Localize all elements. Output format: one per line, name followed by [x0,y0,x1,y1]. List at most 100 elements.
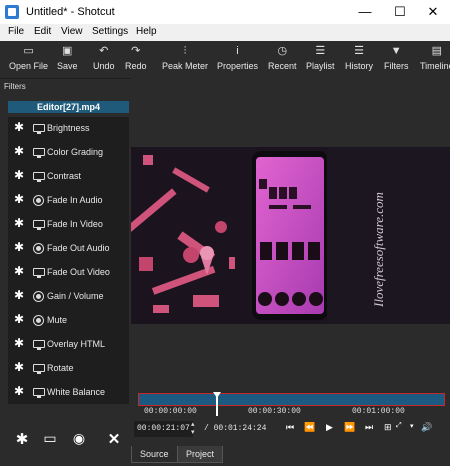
watermark-text: Ilovefreesoftware.com [371,192,386,307]
menu-bar: File Edit View Settings Help [0,24,450,41]
video-filter-icon [33,388,45,398]
filter-item-color-grading[interactable]: ✱ Color Grading [8,141,129,165]
favorite-icon[interactable]: ✱ [14,312,24,326]
timeline-icon: ▤ [431,45,443,57]
tick-label: 00:00:00:00 [144,407,197,416]
video-filter-icon [33,124,45,134]
filters-button[interactable]: ▼ Filters [384,44,409,71]
favorite-icon[interactable]: ✱ [14,288,24,302]
video-preview[interactable]: Ilovefreesoftware.com [131,78,450,390]
peak-meter-button[interactable]: ⫶ Peak Meter [162,44,208,71]
redo-button[interactable]: ↷ Redo [125,44,147,71]
timeline-ticks: 00:00:00:00 00:00:30:00 00:01:00:00 [138,405,443,417]
filter-list: ✱ Brightness ✱ Color Grading ✱ Contrast ✱ Fa… [8,117,129,404]
favorite-icon[interactable]: ✱ [14,240,24,254]
filters-panel-header: Filters [4,82,26,91]
close-window-button[interactable]: ✕ [416,0,450,24]
menu-settings[interactable]: Settings [92,26,128,37]
tab-project[interactable]: Project [177,446,224,463]
audio-filter-icon [33,315,44,326]
save-button[interactable]: ▣ Save [57,44,78,71]
info-icon: i [236,45,239,57]
zoom-fit-icon[interactable]: ⤢ [396,422,402,430]
undo-button[interactable]: ↶ Undo [93,44,115,71]
menu-edit[interactable]: Edit [34,26,51,37]
clock-icon: ◷ [277,45,288,57]
filter-item-mute[interactable]: ✱ Mute [8,309,129,333]
window-title: Untitled* - Shotcut [26,6,115,18]
filter-item-gain-volume[interactable]: ✱ Gain / Volume [8,285,129,309]
time-stepper-icon[interactable]: ▴ ▾ [191,421,195,437]
filter-item-fade-in-audio[interactable]: ✱ Fade In Audio [8,189,129,213]
menu-view[interactable]: View [61,26,83,37]
history-button[interactable]: ☰ History [345,44,373,71]
title-bar: Untitled* - Shotcut — ☐ ✕ [0,0,450,24]
rewind-button[interactable]: ⏪ [304,422,315,433]
undo-icon: ↶ [99,45,109,57]
timeline-ruler[interactable]: 00:00:00:00 00:00:30:00 00:01:00:00 [131,390,450,418]
playlist-icon: ☰ [315,45,326,57]
volume-icon[interactable]: 🔊 [421,422,432,433]
redo-icon: ↷ [131,45,141,57]
open-file-button[interactable]: ▭ Open File [9,44,48,71]
favorite-icon[interactable]: ✱ [14,192,24,206]
video-filter-icon [33,364,45,374]
filter-panel-buttons: ✱ ▭ ◉ ✕ [0,428,130,456]
favorite-icon[interactable]: ✱ [14,264,24,278]
video-filter-icon [33,268,45,278]
video-filter-icon [33,172,45,182]
minimize-button[interactable]: — [348,0,382,24]
filter-item-overlay-html[interactable]: ✱ Overlay HTML [8,333,129,357]
grid-icon[interactable]: ⊞ [384,422,392,433]
menu-help[interactable]: Help [136,26,157,37]
favorite-icon[interactable]: ✱ [14,384,24,398]
audio-filter-icon[interactable]: ◉ [69,430,89,450]
favorite-icon[interactable]: ✱ [14,336,24,350]
menu-file[interactable]: File [8,26,24,37]
preview-image [131,147,450,324]
tab-source[interactable]: Source [131,446,178,463]
filter-icon: ▼ [390,45,402,57]
close-icon[interactable]: ✕ [104,430,124,450]
fast-forward-button[interactable]: ⏩ [344,422,355,433]
current-time-field[interactable]: 00:00:21:07 [134,421,193,437]
shotcut-logo-icon [5,5,19,19]
tick-label: 00:01:00:00 [352,407,405,416]
transport-controls: 00:00:21:07 ▴ ▾ / 00:01:24:24 ⏮ ⏪ ▶ ⏩ ⏭ ⊞… [131,418,450,440]
chevron-down-icon[interactable]: ▾ [410,422,414,430]
preview-frame: Ilovefreesoftware.com [131,147,450,324]
save-icon: ▣ [62,45,73,57]
skip-to-end-button[interactable]: ⏭ [365,422,373,433]
favorite-asterisk-icon[interactable]: ✱ [12,430,32,450]
filter-item-fade-out-video[interactable]: ✱ Fade Out Video [8,261,129,285]
favorite-icon[interactable]: ✱ [14,168,24,182]
favorite-icon[interactable]: ✱ [14,216,24,230]
tick-label: 00:00:30:00 [248,407,301,416]
recent-button[interactable]: ◷ Recent [268,44,297,71]
favorite-icon[interactable]: ✱ [14,144,24,158]
properties-button[interactable]: i Properties [217,44,258,71]
filter-item-brightness[interactable]: ✱ Brightness [8,117,129,141]
favorite-icon[interactable]: ✱ [14,360,24,374]
favorite-icon[interactable]: ✱ [14,120,24,134]
history-icon: ☰ [354,45,364,57]
peak-meter-icon: ⫶ [183,45,187,57]
video-filter-icon [33,220,45,230]
video-filter-icon[interactable]: ▭ [40,430,60,450]
filter-item-contrast[interactable]: ✱ Contrast [8,165,129,189]
skip-to-start-button[interactable]: ⏮ [286,422,294,433]
main-toolbar: ▭ Open File ▣ Save ↶ Undo ↷ Redo ⫶ Peak Meter… [0,41,450,79]
filter-item-fade-in-video[interactable]: ✱ Fade In Video [8,213,129,237]
timeline-button[interactable]: ▤Timeline [420,44,450,71]
duration-label: / 00:01:24:24 [204,424,267,433]
playlist-button[interactable]: ☰ Playlist [306,44,335,71]
maximize-button[interactable]: ☐ [383,0,417,24]
filter-item-fade-out-audio[interactable]: ✱ Fade Out Audio [8,237,129,261]
play-button[interactable]: ▶ [326,422,333,433]
audio-filter-icon [33,195,44,206]
clip-name: Editor[27].mp4 [8,101,129,113]
video-filter-icon [33,148,45,158]
filter-item-rotate[interactable]: ✱ Rotate [8,357,129,381]
audio-filter-icon [33,243,44,254]
filter-item-white-balance[interactable]: ✱ White Balance [8,381,129,405]
